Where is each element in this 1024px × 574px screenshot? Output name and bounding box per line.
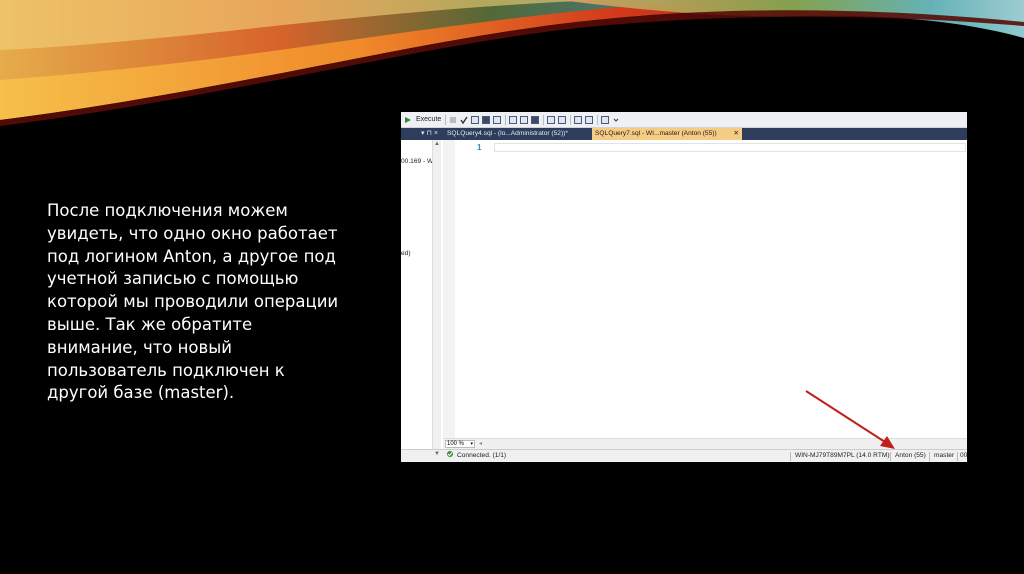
status-user: Anton (55) [895, 452, 926, 459]
status-divider [957, 452, 958, 461]
display-plan-icon[interactable] [471, 115, 480, 124]
status-divider [790, 452, 791, 461]
decorative-swoosh [0, 0, 1024, 127]
query-editor[interactable]: 1 [443, 140, 967, 438]
execute-icon[interactable] [404, 116, 412, 124]
chevron-down-icon[interactable] [612, 116, 620, 124]
panel-pin-controls[interactable]: ▾ ⊓ × [401, 128, 441, 140]
results-to-text-icon[interactable] [509, 115, 518, 124]
status-database: master [934, 452, 955, 459]
uncomment-icon[interactable] [558, 115, 567, 124]
object-explorer-panel: 00.169 - WIN ed) ▲ [401, 140, 441, 462]
scroll-down-icon[interactable]: ▼ [434, 451, 440, 457]
status-divider [929, 452, 930, 461]
stop-icon[interactable] [449, 116, 457, 124]
toolbar-separator [543, 114, 545, 125]
zoom-value: 100 % [447, 441, 465, 447]
editor-gutter [443, 140, 455, 438]
status-bar: Connected. (1/1) WIN-MJ79T89M7PL (14.0 R… [443, 449, 967, 462]
include-plan-icon[interactable] [493, 115, 502, 124]
connection-status: Connected. (1/1) [457, 452, 507, 459]
toolbar-separator [597, 114, 599, 125]
scroll-left-icon[interactable]: ◂ [479, 440, 482, 447]
results-to-grid-icon[interactable] [520, 115, 529, 124]
query-options-icon[interactable] [482, 115, 491, 124]
scroll-up-icon[interactable]: ▲ [433, 141, 441, 147]
vertical-scrollbar[interactable]: ▲ [432, 140, 441, 462]
document-tab-strip: ▾ ⊓ × SQLQuery4.sql - (lo...Administrato… [401, 128, 967, 140]
increase-indent-icon[interactable] [585, 115, 594, 124]
comment-icon[interactable] [547, 115, 556, 124]
current-line-highlight [494, 143, 966, 152]
tab-sqlquery7[interactable]: SQLQuery7.sql - WI...master (Anton (55))… [592, 128, 742, 140]
decrease-indent-icon[interactable] [574, 115, 583, 124]
toolbar-separator [445, 114, 447, 125]
chevron-down-icon[interactable]: ▾ [470, 441, 473, 448]
slide-body-text: После подключения можем увидеть, что одн… [47, 201, 339, 403]
parse-check-icon[interactable] [460, 116, 468, 124]
panel-bottom-bar: ▼ [401, 449, 443, 462]
toolbar: Execute [401, 112, 967, 128]
close-icon[interactable]: ✕ [733, 128, 739, 140]
line-number: 1 [477, 143, 482, 152]
status-divider [890, 452, 891, 461]
results-to-file-icon[interactable] [531, 115, 540, 124]
zoom-select[interactable]: 100 % ▾ [445, 440, 475, 448]
tab-sqlquery4[interactable]: SQLQuery4.sql - (lo...Administrator (52)… [444, 128, 592, 140]
toolbar-separator [570, 114, 572, 125]
tab-label: SQLQuery7.sql - WI...master (Anton (55)) [595, 130, 717, 137]
status-extra: 00 [960, 452, 967, 459]
specify-values-icon[interactable] [601, 115, 610, 124]
ssms-screenshot: Execute ▾ ⊓ × SQLQuery4.sql - (lo...Admi… [401, 112, 967, 462]
status-server: WIN-MJ79T89M7PL (14.0 RTM) [795, 452, 890, 459]
zoom-bar: 100 % ▾ ◂ [443, 438, 967, 449]
toolbar-separator [505, 114, 507, 125]
execute-button[interactable]: Execute [416, 116, 441, 123]
tree-node-fragment[interactable]: ed) [401, 250, 411, 257]
connected-icon [446, 450, 454, 462]
